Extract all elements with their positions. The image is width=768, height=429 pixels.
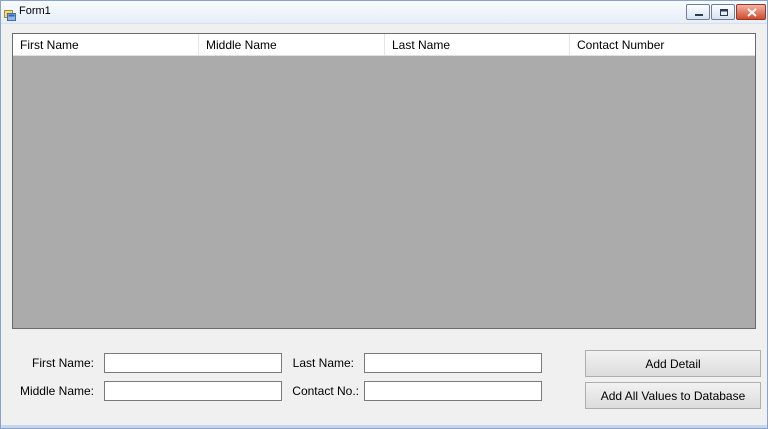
app-form-icon[interactable] xyxy=(4,6,16,21)
middle-name-label: Middle Name: xyxy=(19,384,94,398)
title-bar[interactable]: Form1 xyxy=(1,1,767,24)
maximize-icon xyxy=(720,9,728,16)
first-name-input[interactable] xyxy=(104,353,282,373)
column-header-last-name[interactable]: Last Name xyxy=(385,34,570,55)
window-title: Form1 xyxy=(19,5,51,17)
close-icon xyxy=(747,8,757,17)
contact-no-label: Contact No.: xyxy=(292,384,359,398)
middle-name-input[interactable] xyxy=(104,381,282,401)
last-name-label: Last Name: xyxy=(292,356,354,370)
main-window: Form1 First Name Middle Name Last Name C… xyxy=(0,0,768,429)
column-header-middle-name[interactable]: Middle Name xyxy=(199,34,385,55)
minimize-button[interactable] xyxy=(686,4,710,20)
column-header-contact-number[interactable]: Contact Number xyxy=(570,34,755,55)
window-bottom-border xyxy=(1,425,767,428)
close-button[interactable] xyxy=(736,4,766,20)
add-detail-button[interactable]: Add Detail xyxy=(585,350,761,377)
column-header-first-name[interactable]: First Name xyxy=(13,34,199,55)
data-grid[interactable]: First Name Middle Name Last Name Contact… xyxy=(12,33,756,329)
first-name-label: First Name: xyxy=(31,356,94,370)
add-all-to-database-button[interactable]: Add All Values to Database xyxy=(585,382,761,409)
contact-no-input[interactable] xyxy=(364,381,542,401)
last-name-input[interactable] xyxy=(364,353,542,373)
grid-header: First Name Middle Name Last Name Contact… xyxy=(13,34,755,56)
maximize-button[interactable] xyxy=(711,4,735,20)
minimize-icon xyxy=(695,14,703,16)
